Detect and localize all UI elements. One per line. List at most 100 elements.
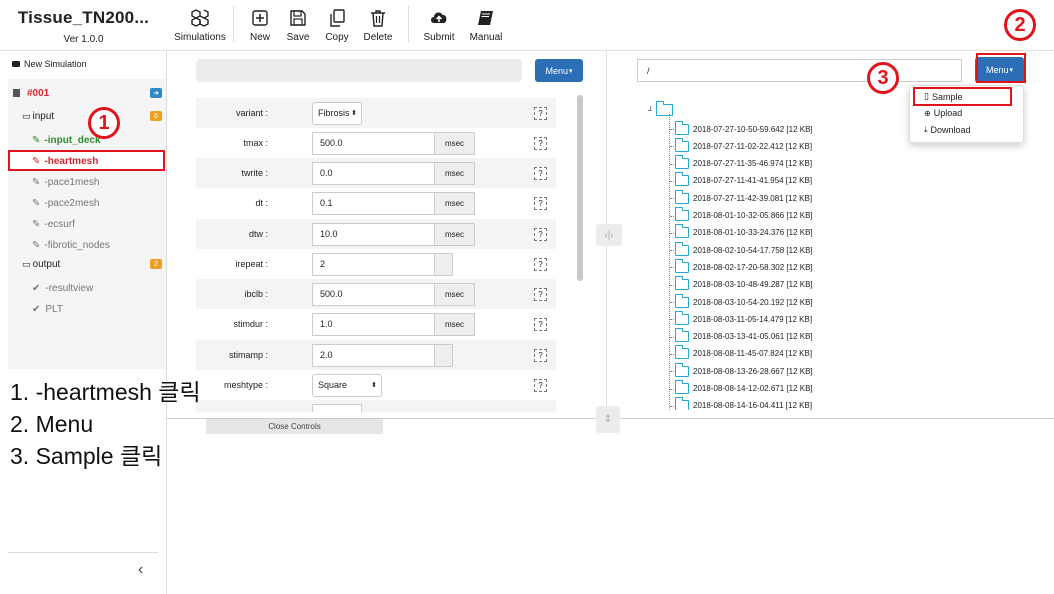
- file-tree-item[interactable]: 2018-07-27-11-42-39.081 [12 KB]: [675, 189, 812, 206]
- close-controls-button[interactable]: Close Controls: [206, 419, 383, 434]
- download-menu-item[interactable]: ⤓ Download: [924, 125, 971, 135]
- ibclb-input[interactable]: 500.0: [312, 282, 435, 306]
- controls-search-bar[interactable]: [196, 59, 522, 82]
- file-tree-item[interactable]: 2018-07-27-11-41-41.954 [12 KB]: [675, 172, 813, 189]
- file-tree-item[interactable]: 2018-08-03-10-48-49.287 [12 KB]: [675, 276, 813, 293]
- file-item-label: 2018-07-27-11-41-41.954 [12 KB]: [693, 176, 813, 186]
- output-folder[interactable]: ▭ output 2: [8, 254, 166, 274]
- horizontal-resize-handle[interactable]: ‹|›: [596, 224, 622, 246]
- annotation-step-1: 1: [88, 107, 120, 139]
- param-value: Fibrosis: [318, 108, 350, 118]
- file-tree-item[interactable]: 2018-08-08-14-16-04.411 [12 KB]: [675, 397, 813, 410]
- file-tree: ┘ 2018-07-27-10-50-59.642 [12 KB] 2018-07…: [645, 100, 945, 410]
- variant-select[interactable]: Fibrosis ⬍: [312, 101, 362, 125]
- help-icon[interactable]: ?: [534, 378, 547, 392]
- select-arrows-icon: ⬍: [371, 382, 377, 389]
- edit-icon: ✎: [32, 197, 41, 209]
- copy-label: Copy: [325, 32, 349, 43]
- upload-menu-item[interactable]: ⊕ Upload: [924, 108, 962, 118]
- param-label: ibclb :: [244, 289, 268, 299]
- submit-button[interactable]: Submit: [409, 0, 469, 43]
- folder-icon: [675, 258, 689, 273]
- folder-icon: [675, 155, 689, 170]
- partial-input[interactable]: [312, 403, 362, 412]
- file-tree-item[interactable]: 2018-08-08-11-45-07.824 [12 KB]: [675, 345, 813, 362]
- file-tree-item[interactable]: 2018-07-27-11-35-46.974 [12 KB]: [675, 155, 812, 172]
- new-simulation-item[interactable]: New Simulation: [12, 59, 87, 69]
- file-tree-item[interactable]: 2018-08-02-17-20-58.302 [12 KB]: [675, 258, 813, 275]
- help-icon[interactable]: ?: [534, 106, 547, 120]
- file-tree-item[interactable]: 2018-07-27-10-50-59.642 [12 KB]: [675, 120, 813, 137]
- param-row-stimamp: stimamp : 2.0 ?: [196, 340, 556, 370]
- param-unit: msec: [435, 131, 475, 155]
- sidebar-item-resultview[interactable]: ✔ -resultview: [8, 278, 166, 298]
- controls-scrollbar[interactable]: [577, 95, 583, 281]
- save-button[interactable]: Save: [286, 0, 310, 43]
- collapse-sidebar-button[interactable]: ‹: [138, 561, 143, 579]
- file-tree-item[interactable]: 2018-07-27-11-02-22.412 [12 KB]: [675, 137, 812, 154]
- download-label: Download: [930, 125, 971, 135]
- controls-panel: Menu ▾ variant : Fibrosis ⬍ ? tmax : 500…: [167, 51, 587, 434]
- file-item-label: 2018-08-08-13-26-28.667 [12 KB]: [693, 366, 813, 376]
- sidebar-item-pace2mesh[interactable]: ✎ -pace2mesh: [8, 193, 166, 213]
- tmax-input[interactable]: 500.0: [312, 131, 435, 155]
- help-icon[interactable]: ?: [534, 348, 547, 362]
- meshtype-select[interactable]: Square ⬍: [312, 373, 382, 397]
- twrite-input[interactable]: 0.0: [312, 161, 435, 185]
- dtw-input[interactable]: 10.0: [312, 222, 435, 246]
- stimdur-input[interactable]: 1.0: [312, 312, 435, 336]
- file-tree-item[interactable]: 2018-08-01-10-32-05.866 [12 KB]: [675, 207, 813, 224]
- file-item-label: 2018-08-08-14-16-04.411 [12 KB]: [693, 401, 813, 410]
- file-item-label: 2018-08-02-10-54-17.758 [12 KB]: [693, 245, 813, 255]
- arrow-right-icon[interactable]: ➜: [150, 88, 162, 98]
- input-folder[interactable]: ▭ input 6: [8, 106, 166, 126]
- sidebar-item-plt[interactable]: ✔ PLT: [8, 299, 166, 319]
- file-tree-item[interactable]: 2018-08-03-10-54-20.192 [12 KB]: [675, 293, 813, 310]
- param-unit: msec: [435, 282, 475, 306]
- help-icon[interactable]: ?: [534, 166, 547, 180]
- irepeat-input[interactable]: 2: [312, 252, 435, 276]
- book-icon: [478, 11, 493, 25]
- dt-input[interactable]: 0.1: [312, 191, 435, 215]
- new-button[interactable]: New: [234, 0, 286, 43]
- param-label: dt :: [255, 198, 268, 208]
- stimamp-input[interactable]: 2.0: [312, 343, 435, 367]
- vertical-resize-handle[interactable]: ⇕: [596, 406, 620, 433]
- file-tree-item[interactable]: 2018-08-02-10-54-17.758 [12 KB]: [675, 241, 813, 258]
- file-tree-item[interactable]: 2018-08-01-10-33-24.376 [12 KB]: [675, 224, 813, 241]
- edit-icon: ✎: [32, 218, 41, 230]
- file-icon: [13, 89, 20, 97]
- delete-button[interactable]: Delete: [364, 0, 392, 43]
- plus-square-icon: [252, 10, 268, 26]
- edit-icon: ✎: [32, 176, 41, 188]
- param-label: meshtype :: [223, 380, 268, 390]
- simulation-item-001[interactable]: #001 ➜: [8, 83, 166, 103]
- file-tree-item[interactable]: 2018-08-03-11-05-14.479 [12 KB]: [675, 310, 812, 327]
- sidebar-item-input-deck[interactable]: ✎ -input_deck: [8, 130, 166, 150]
- copy-button[interactable]: Copy: [310, 0, 364, 43]
- help-icon[interactable]: ?: [534, 136, 547, 150]
- file-tree-item[interactable]: 2018-08-03-13-41-05.061 [12 KB]: [675, 328, 813, 345]
- help-icon[interactable]: ?: [534, 287, 547, 301]
- app-title-block: Tissue_TN200... Ver 1.0.0: [0, 0, 167, 50]
- help-icon[interactable]: ?: [534, 196, 547, 210]
- manual-button[interactable]: Manual: [469, 0, 503, 43]
- simulations-button[interactable]: Simulations: [167, 0, 233, 43]
- annotation-step-3: 3: [867, 62, 899, 94]
- help-icon[interactable]: ?: [534, 257, 547, 271]
- param-row-ibclb: ibclb : 500.0 msec ?: [196, 279, 556, 309]
- sidebar-item-pace1mesh[interactable]: ✎ -pace1mesh: [8, 172, 166, 192]
- help-icon[interactable]: ?: [534, 317, 547, 331]
- folder-icon: [675, 189, 689, 204]
- file-tree-item[interactable]: 2018-08-08-14-12-02.671 [12 KB]: [675, 380, 813, 397]
- help-icon[interactable]: ?: [534, 227, 547, 241]
- sidebar-item-fibrotic-nodes[interactable]: ✎ -fibrotic_nodes: [8, 235, 166, 255]
- sidebar-item-ecsurf[interactable]: ✎ -ecsurf: [8, 214, 166, 234]
- file-item-label: 2018-08-08-11-45-07.824 [12 KB]: [693, 349, 813, 359]
- file-tree-item[interactable]: 2018-08-08-13-26-28.667 [12 KB]: [675, 362, 813, 379]
- simulation-tree: #001 ➜ ▭ input 6 ✎ -input_deck ✎ -heartm…: [8, 79, 166, 369]
- path-input[interactable]: /: [637, 59, 962, 82]
- download-icon: ⤓: [924, 125, 928, 134]
- controls-menu-button[interactable]: Menu ▾: [535, 59, 583, 82]
- tree-root[interactable]: ┘: [648, 101, 677, 116]
